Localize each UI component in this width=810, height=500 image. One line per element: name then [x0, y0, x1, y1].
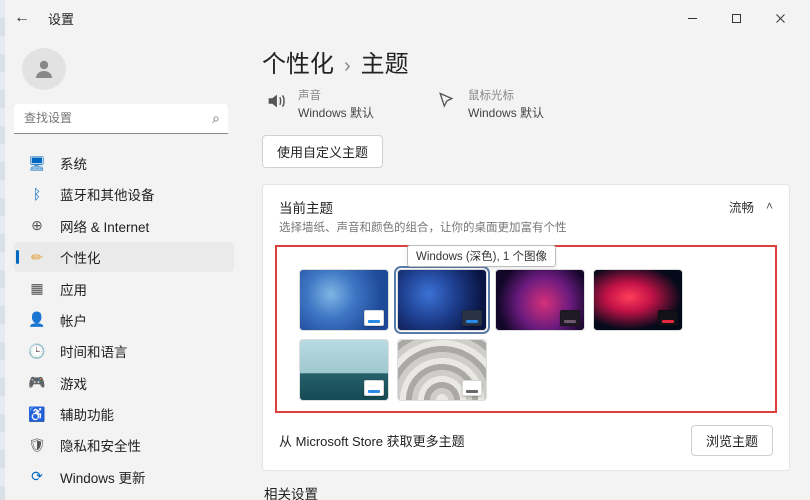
- nav-list: 🖥 系统 ᛒ 蓝牙和其他设备 ⊕ 网络 & Internet ✏ 个性化 ▦ 应用 👤 帐户 🕒 时间和语…: [14, 148, 234, 492]
- arrow-left-icon: ←: [14, 9, 30, 27]
- related-settings-heading: 相关设置: [264, 483, 790, 500]
- theme-mini-preview: [364, 310, 384, 326]
- sidebar-item-privacy[interactable]: 🛡 隐私和安全性: [14, 430, 234, 460]
- sidebar-item-account[interactable]: 👤 帐户: [14, 305, 234, 335]
- theme-glow[interactable]: [495, 269, 585, 331]
- close-icon: [775, 13, 786, 24]
- search-box[interactable]: ⌕: [14, 104, 228, 134]
- sound-value: Windows 默认: [298, 106, 374, 120]
- theme-mini-preview: [462, 310, 482, 326]
- use-custom-theme-button[interactable]: 使用自定义主题: [262, 135, 383, 168]
- breadcrumb-parent[interactable]: 个性化: [262, 44, 334, 79]
- sidebar-item-label: 应用: [60, 279, 87, 299]
- sidebar-item-bluetooth[interactable]: ᛒ 蓝牙和其他设备: [14, 179, 234, 209]
- theme-windows-light[interactable]: [299, 269, 389, 331]
- current-theme-desc: 选择墙纸、声音和颜色的组合，让你的桌面更加富有个性: [279, 219, 567, 235]
- close-button[interactable]: [758, 3, 802, 33]
- sidebar-item-gaming[interactable]: 🎮 游戏: [14, 367, 234, 397]
- sidebar: ⌕ 🖥 系统 ᛒ 蓝牙和其他设备 ⊕ 网络 & Internet ✏ 个性化 ▦ 应用 👤 帐户 🕒 时间…: [0, 36, 240, 500]
- titlebar: ← 设置: [0, 0, 810, 36]
- time-icon: 🕒: [28, 342, 46, 360]
- sidebar-item-label: 网络 & Internet: [60, 216, 149, 236]
- sidebar-item-brush[interactable]: ✏ 个性化: [14, 242, 234, 272]
- bluetooth-icon: ᛒ: [28, 185, 46, 203]
- sidebar-item-label: 辅助功能: [60, 404, 114, 424]
- current-theme-card: 当前主题 选择墙纸、声音和颜色的组合，让你的桌面更加富有个性 流畅 ˄ Wind…: [262, 184, 790, 471]
- desktop-edge: [0, 0, 5, 500]
- a11y-icon: ♿: [28, 405, 46, 423]
- display-icon: 🖥: [28, 154, 46, 172]
- sidebar-item-display[interactable]: 🖥 系统: [14, 148, 234, 178]
- sidebar-item-label: 系统: [60, 153, 87, 173]
- sidebar-item-label: 隐私和安全性: [60, 435, 141, 455]
- search-icon: ⌕: [212, 110, 220, 127]
- theme-mini-preview: [658, 310, 678, 326]
- sidebar-item-label: 个性化: [60, 247, 101, 267]
- minimize-icon: [687, 13, 698, 24]
- search-input[interactable]: [14, 104, 228, 134]
- chevron-up-icon: ˄: [766, 199, 773, 213]
- chevron-right-icon: ›: [344, 55, 351, 78]
- person-icon: [32, 57, 56, 81]
- sidebar-item-label: 蓝牙和其他设备: [60, 184, 155, 204]
- content: 个性化 › 主题 声音 Windows 默认 鼠标光标 Win: [240, 36, 810, 500]
- brush-icon: ✏: [28, 248, 46, 266]
- maximize-button[interactable]: [714, 3, 758, 33]
- sound-heading: 声音: [298, 89, 374, 105]
- gaming-icon: 🎮: [28, 374, 46, 392]
- theme-mini-preview: [560, 310, 580, 326]
- cursor-heading: 鼠标光标: [468, 89, 544, 105]
- sidebar-item-apps[interactable]: ▦ 应用: [14, 273, 234, 303]
- network-icon: ⊕: [28, 217, 46, 235]
- theme-windows-dark[interactable]: [397, 269, 487, 331]
- account-icon: 👤: [28, 311, 46, 329]
- sidebar-item-a11y[interactable]: ♿ 辅助功能: [14, 399, 234, 429]
- maximize-icon: [731, 13, 742, 24]
- theme-tooltip: Windows (深色), 1 个图像: [407, 245, 556, 267]
- theme-captured-motion[interactable]: [593, 269, 683, 331]
- sidebar-item-update[interactable]: ⟳ Windows 更新: [14, 462, 234, 492]
- current-theme-title: 当前主题: [279, 197, 567, 217]
- speaker-icon: [264, 89, 288, 113]
- window-title: 设置: [48, 9, 74, 28]
- theme-grid: [299, 269, 753, 401]
- sidebar-item-label: 时间和语言: [60, 341, 128, 361]
- minimize-button[interactable]: [670, 3, 714, 33]
- back-button[interactable]: ←: [8, 4, 36, 32]
- sidebar-item-network[interactable]: ⊕ 网络 & Internet: [14, 211, 234, 241]
- store-text: 从 Microsoft Store 获取更多主题: [279, 431, 465, 450]
- card-expand-toggle[interactable]: 流畅 ˄: [729, 197, 773, 216]
- sound-setting[interactable]: 声音 Windows 默认: [264, 89, 374, 121]
- cursor-setting[interactable]: 鼠标光标 Windows 默认: [434, 89, 544, 121]
- theme-flow[interactable]: [397, 339, 487, 401]
- breadcrumb-current: 主题: [361, 44, 409, 79]
- sidebar-item-label: Windows 更新: [60, 467, 146, 487]
- mode-label: 流畅: [729, 197, 754, 216]
- apps-icon: ▦: [28, 280, 46, 298]
- theme-sunrise[interactable]: [299, 339, 389, 401]
- theme-mini-preview: [462, 380, 482, 396]
- sidebar-item-label: 游戏: [60, 373, 87, 393]
- cursor-icon: [434, 89, 458, 113]
- cursor-value: Windows 默认: [468, 106, 544, 120]
- browse-themes-button[interactable]: 浏览主题: [691, 425, 773, 456]
- sidebar-item-label: 帐户: [60, 310, 87, 330]
- sidebar-item-time[interactable]: 🕒 时间和语言: [14, 336, 234, 366]
- breadcrumb: 个性化 › 主题: [262, 44, 790, 79]
- update-icon: ⟳: [28, 468, 46, 486]
- privacy-icon: 🛡: [28, 436, 46, 454]
- theme-grid-highlight: Windows (深色), 1 个图像: [275, 245, 777, 413]
- avatar[interactable]: [22, 48, 66, 90]
- theme-mini-preview: [364, 380, 384, 396]
